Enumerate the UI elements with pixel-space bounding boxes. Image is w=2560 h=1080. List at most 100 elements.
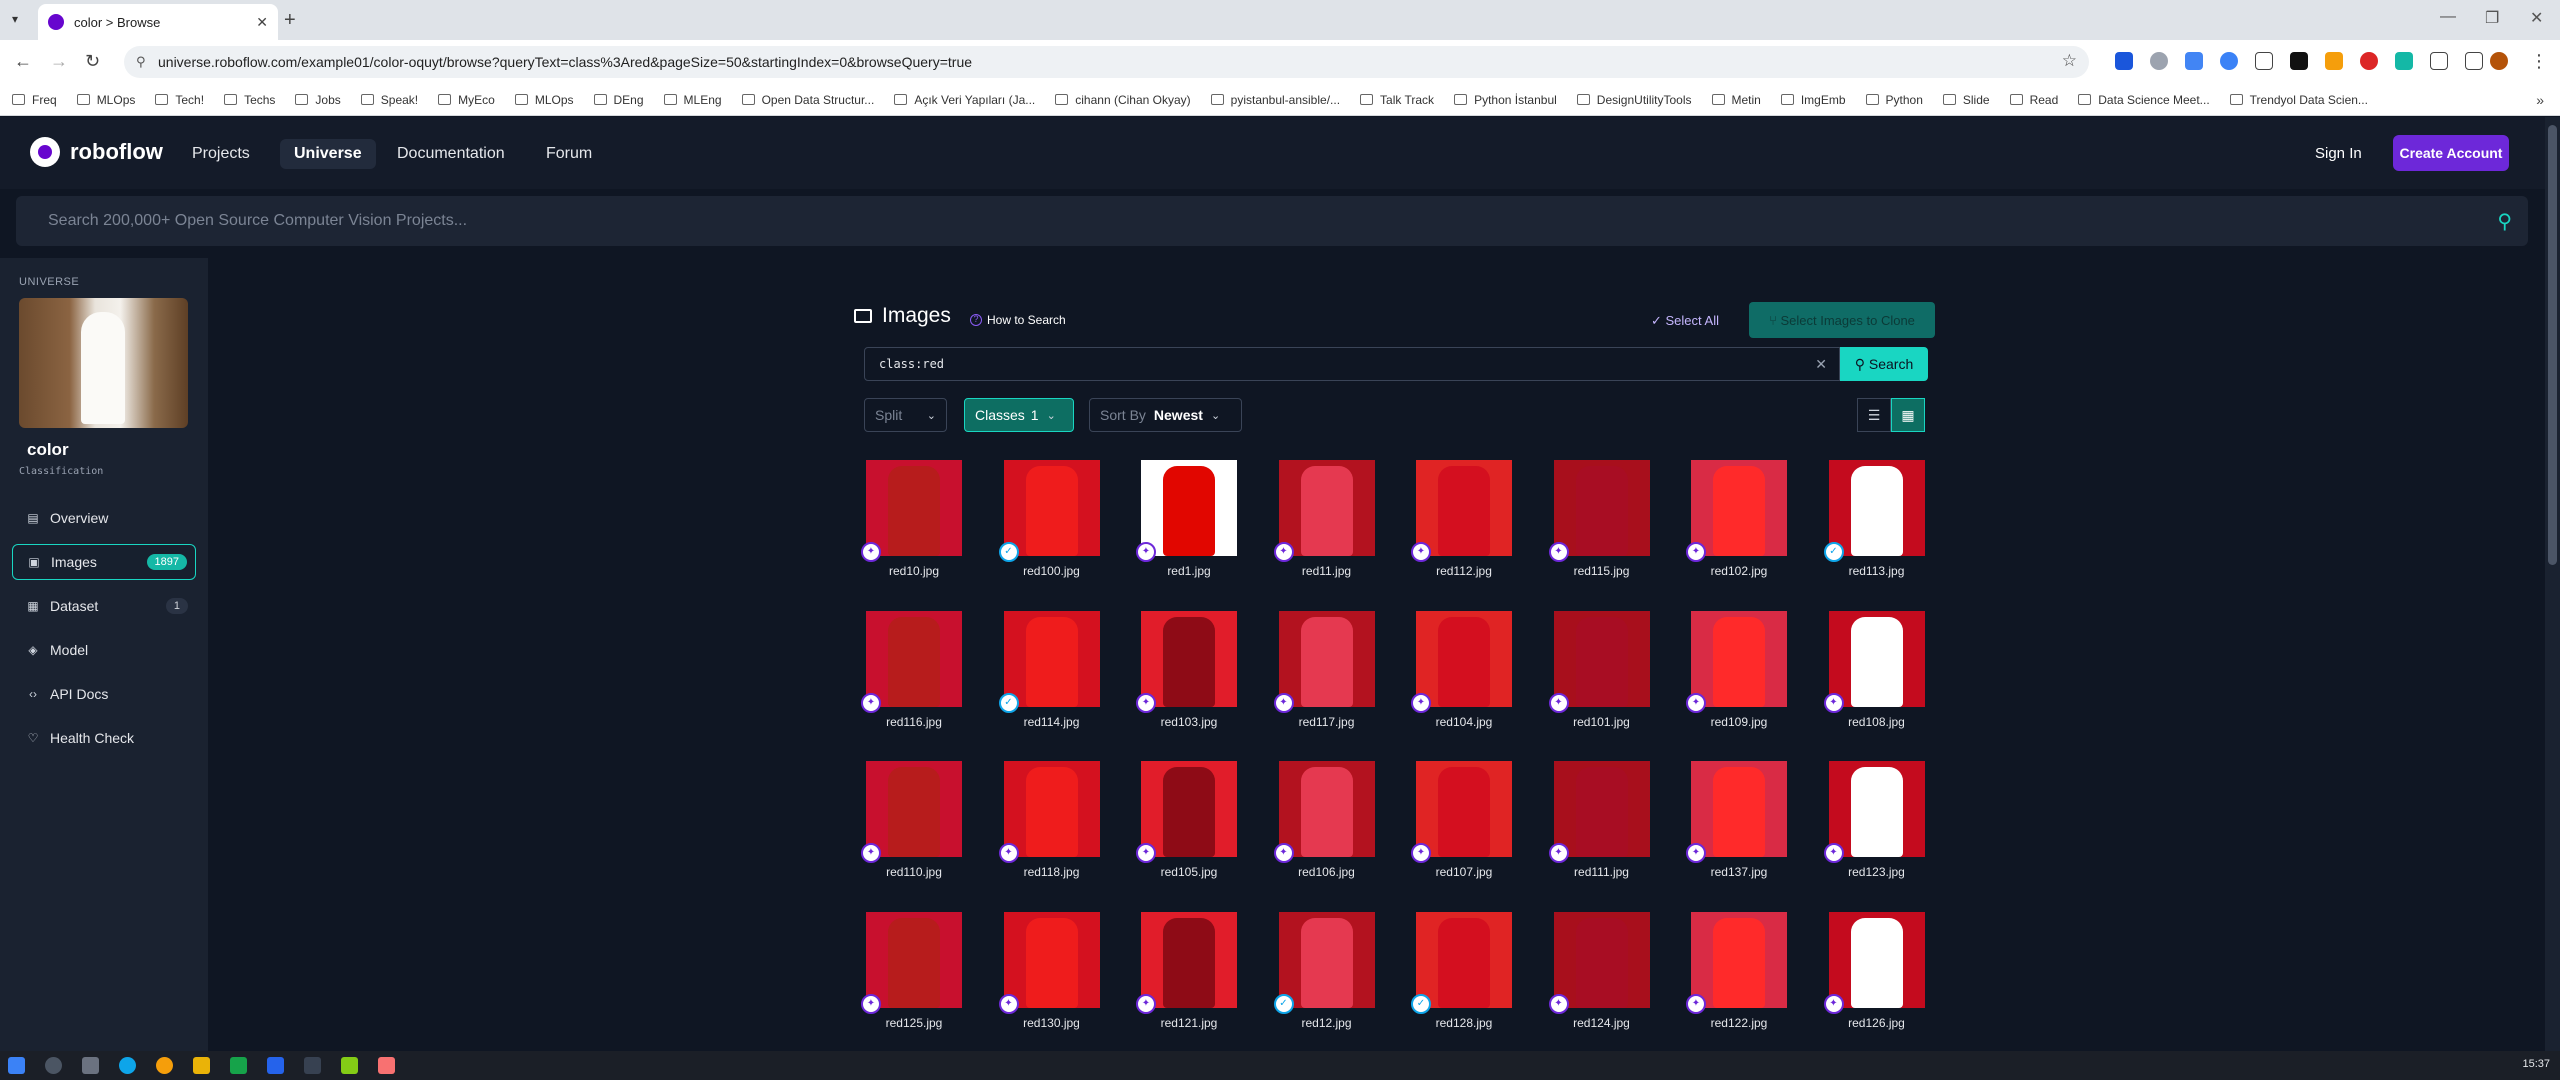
extension-icon[interactable] [2290,52,2308,70]
image-thumbnail[interactable] [1003,460,1100,556]
translate-extension-icon[interactable] [2185,52,2203,70]
sidebar-item-overview[interactable]: ▤ Overview [12,500,196,536]
select-images-to-clone-button[interactable]: ⑂ Select Images to Clone [1749,302,1935,338]
image-thumbnail[interactable] [1828,911,1925,1008]
list-view-toggle[interactable]: ☰ [1857,398,1891,432]
extensions-puzzle-icon[interactable] [2430,52,2448,70]
bookmark-item[interactable]: MLOps [76,93,135,107]
image-card[interactable]: ✦ red111.jpg [1548,761,1652,881]
image-thumbnail[interactable] [1828,761,1925,857]
sort-dropdown[interactable]: Sort By Newest ⌄ [1089,398,1242,432]
extension-icon[interactable] [2395,52,2413,70]
nav-documentation[interactable]: Documentation [383,139,519,169]
image-thumbnail[interactable] [1141,610,1237,707]
image-card[interactable]: ✦ red117.jpg [1273,610,1377,731]
bookmark-item[interactable]: cihann (Cihan Okyay) [1055,93,1191,107]
image-card[interactable]: ✓ red100.jpg [998,460,1102,580]
nav-projects[interactable]: Projects [178,139,264,169]
image-thumbnail[interactable] [866,610,962,707]
browser-menu-icon[interactable]: ⋮ [2530,51,2548,72]
bookmark-item[interactable]: Tech! [155,93,204,107]
universe-search-input[interactable]: Search 200,000+ Open Source Computer Vis… [16,196,2528,246]
image-thumbnail[interactable] [1278,911,1375,1008]
more-bookmarks-icon[interactable]: » [2536,92,2544,108]
bookmark-item[interactable]: Metin [1711,93,1761,107]
classes-dropdown[interactable]: Classes 1 ⌄ [964,398,1074,432]
image-card[interactable]: ✦ red110.jpg [861,761,964,881]
start-menu-icon[interactable] [8,1057,25,1074]
image-thumbnail[interactable] [866,460,962,556]
bookmark-item[interactable]: Trendyol Data Scien... [2229,93,2368,107]
image-card[interactable]: ✦ red105.jpg [1136,761,1239,881]
image-card[interactable]: ✦ red125.jpg [861,911,964,1032]
image-card[interactable]: ✦ red106.jpg [1273,761,1377,881]
image-card[interactable]: ✦ red112.jpg [1411,460,1514,580]
image-card[interactable]: ✓ red128.jpg [1411,911,1514,1032]
image-thumbnail[interactable] [1691,761,1787,857]
image-card[interactable]: ✦ red104.jpg [1411,610,1514,731]
image-card[interactable]: ✦ red108.jpg [1823,610,1927,731]
nav-universe[interactable]: Universe [280,139,376,169]
image-card[interactable]: ✓ red12.jpg [1273,911,1377,1032]
image-card[interactable]: ✦ red102.jpg [1686,460,1789,580]
bookmark-item[interactable]: pyistanbul-ansible/... [1210,93,1340,107]
image-thumbnail[interactable] [1278,761,1375,857]
app-icon[interactable] [230,1057,247,1074]
back-icon[interactable]: ← [14,51,32,72]
search-button[interactable]: ⚲ Search [1840,347,1928,381]
image-thumbnail[interactable] [1828,460,1925,556]
image-card[interactable]: ✓ red114.jpg [998,610,1102,731]
image-thumbnail[interactable] [1278,610,1375,707]
search-icon[interactable]: ⚲ [2497,209,2512,234]
image-card[interactable]: ✦ red103.jpg [1136,610,1239,731]
image-card[interactable]: ✦ red137.jpg [1686,761,1789,881]
sidebar-item-images[interactable]: ▣ Images 1897 [12,544,196,580]
roboflow-logo[interactable]: roboflow [30,137,163,167]
image-card[interactable]: ✦ red1.jpg [1136,460,1239,580]
bookmark-item[interactable]: MyEco [438,93,495,107]
image-card[interactable]: ✦ red11.jpg [1273,460,1377,580]
image-thumbnail[interactable] [1416,761,1512,857]
bookmark-item[interactable]: ImgEmb [1780,93,1846,107]
image-card[interactable]: ✓ red113.jpg [1823,460,1927,580]
image-card[interactable]: ✦ red10.jpg [861,460,964,580]
bitwarden-extension-icon[interactable] [2115,52,2133,70]
browser-tab[interactable]: color > Browse ✕ [38,4,278,40]
new-tab-icon[interactable]: + [284,9,296,32]
task-view-icon[interactable] [82,1057,99,1074]
select-all-button[interactable]: ✓ Select All [1651,313,1719,329]
image-thumbnail[interactable] [1691,911,1787,1008]
site-info-icon[interactable]: ⚲ [136,54,146,70]
bookmark-item[interactable]: Python İstanbul [1454,93,1557,107]
sign-in-link[interactable]: Sign In [2315,145,2362,162]
split-dropdown[interactable]: Split ⌄ [864,398,947,432]
project-name[interactable]: color [27,440,69,460]
extension-icon[interactable] [2150,52,2168,70]
image-thumbnail[interactable] [1141,460,1237,556]
image-thumbnail[interactable] [1691,610,1787,707]
image-card[interactable]: ✦ red109.jpg [1686,610,1789,731]
how-to-search-link[interactable]: ? How to Search [970,313,1066,327]
reload-icon[interactable]: ↻ [85,51,100,72]
image-thumbnail[interactable] [1691,460,1787,556]
terminal-icon[interactable] [304,1057,321,1074]
search-icon[interactable] [45,1057,62,1074]
image-card[interactable]: ✦ red116.jpg [861,610,964,731]
chrome-icon[interactable] [156,1057,173,1074]
close-window-icon[interactable]: ✕ [2530,8,2543,28]
image-thumbnail[interactable] [1553,761,1650,857]
bookmark-item[interactable]: MLOps [514,93,574,107]
bookmark-item[interactable]: Slide [1942,93,1990,107]
minimize-icon[interactable]: — [2440,8,2456,26]
clear-query-icon[interactable]: ✕ [1815,356,1827,373]
bookmark-item[interactable]: DEng [593,93,644,107]
image-thumbnail[interactable] [1553,911,1650,1008]
image-thumbnail[interactable] [1003,610,1100,707]
image-card[interactable]: ✦ red123.jpg [1823,761,1927,881]
image-thumbnail[interactable] [1553,460,1650,556]
image-card[interactable]: ✦ red101.jpg [1548,610,1652,731]
profile-avatar-icon[interactable] [2490,52,2508,70]
image-card[interactable]: ✦ red118.jpg [998,761,1102,881]
bookmark-item[interactable]: Açık Veri Yapıları (Ja... [894,93,1035,107]
image-card[interactable]: ✦ red126.jpg [1823,911,1927,1032]
